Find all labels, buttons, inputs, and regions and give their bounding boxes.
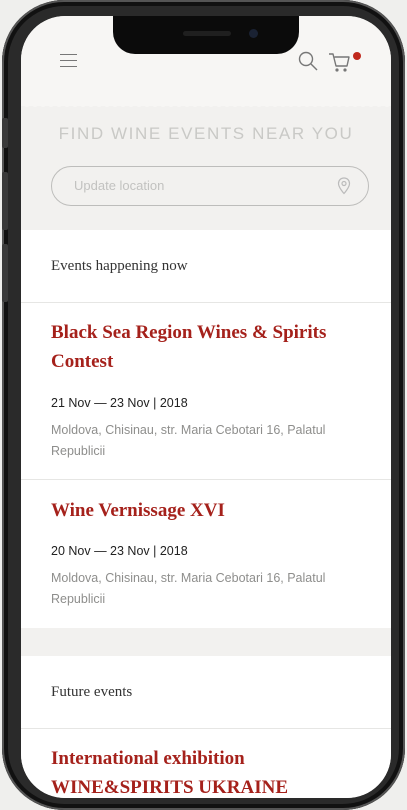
location-placeholder: Update location <box>74 178 165 193</box>
mute-switch <box>2 118 8 148</box>
app-screen: FIND WINE EVENTS NEAR YOU Update locatio… <box>21 16 391 798</box>
event-location: Moldova, Chisinau, str. Maria Cebotari 1… <box>51 423 326 458</box>
device-notch <box>113 16 299 54</box>
cart-icon[interactable] <box>326 48 352 74</box>
search-icon[interactable] <box>297 50 319 72</box>
future-events-heading: Future events <box>51 684 133 700</box>
events-now-card: Events happening now Black Sea Region Wi… <box>21 230 391 628</box>
phone-frame: FIND WINE EVENTS NEAR YOU Update locatio… <box>2 0 405 810</box>
event-title[interactable]: International exhibition WINE&SPIRITS UK… <box>51 744 371 798</box>
volume-up-button <box>2 172 8 230</box>
location-search-input[interactable]: Update location <box>51 166 369 206</box>
event-title[interactable]: Black Sea Region Wines & Spirits Contest <box>51 318 371 376</box>
event-title[interactable]: Wine Vernissage XVI <box>51 496 371 525</box>
speaker-grille <box>183 31 231 36</box>
event-dates: 21 Nov — 23 Nov | 2018 <box>51 396 188 410</box>
events-now-heading: Events happening now <box>51 258 188 274</box>
event-dates: 20 Nov — 23 Nov | 2018 <box>51 544 188 558</box>
divider <box>21 302 391 303</box>
cart-badge <box>353 52 361 60</box>
volume-down-button <box>2 244 8 302</box>
front-camera <box>249 29 258 38</box>
header-scallop-edge <box>21 98 391 107</box>
divider <box>21 479 391 480</box>
event-location: Moldova, Chisinau, str. Maria Cebotari 1… <box>51 571 326 606</box>
find-events-title: FIND WINE EVENTS NEAR YOU <box>58 124 354 143</box>
future-events-card: Future events International exhibition W… <box>21 656 391 798</box>
divider <box>21 728 391 729</box>
hamburger-icon[interactable] <box>60 54 77 68</box>
map-pin-icon[interactable] <box>337 177 351 195</box>
